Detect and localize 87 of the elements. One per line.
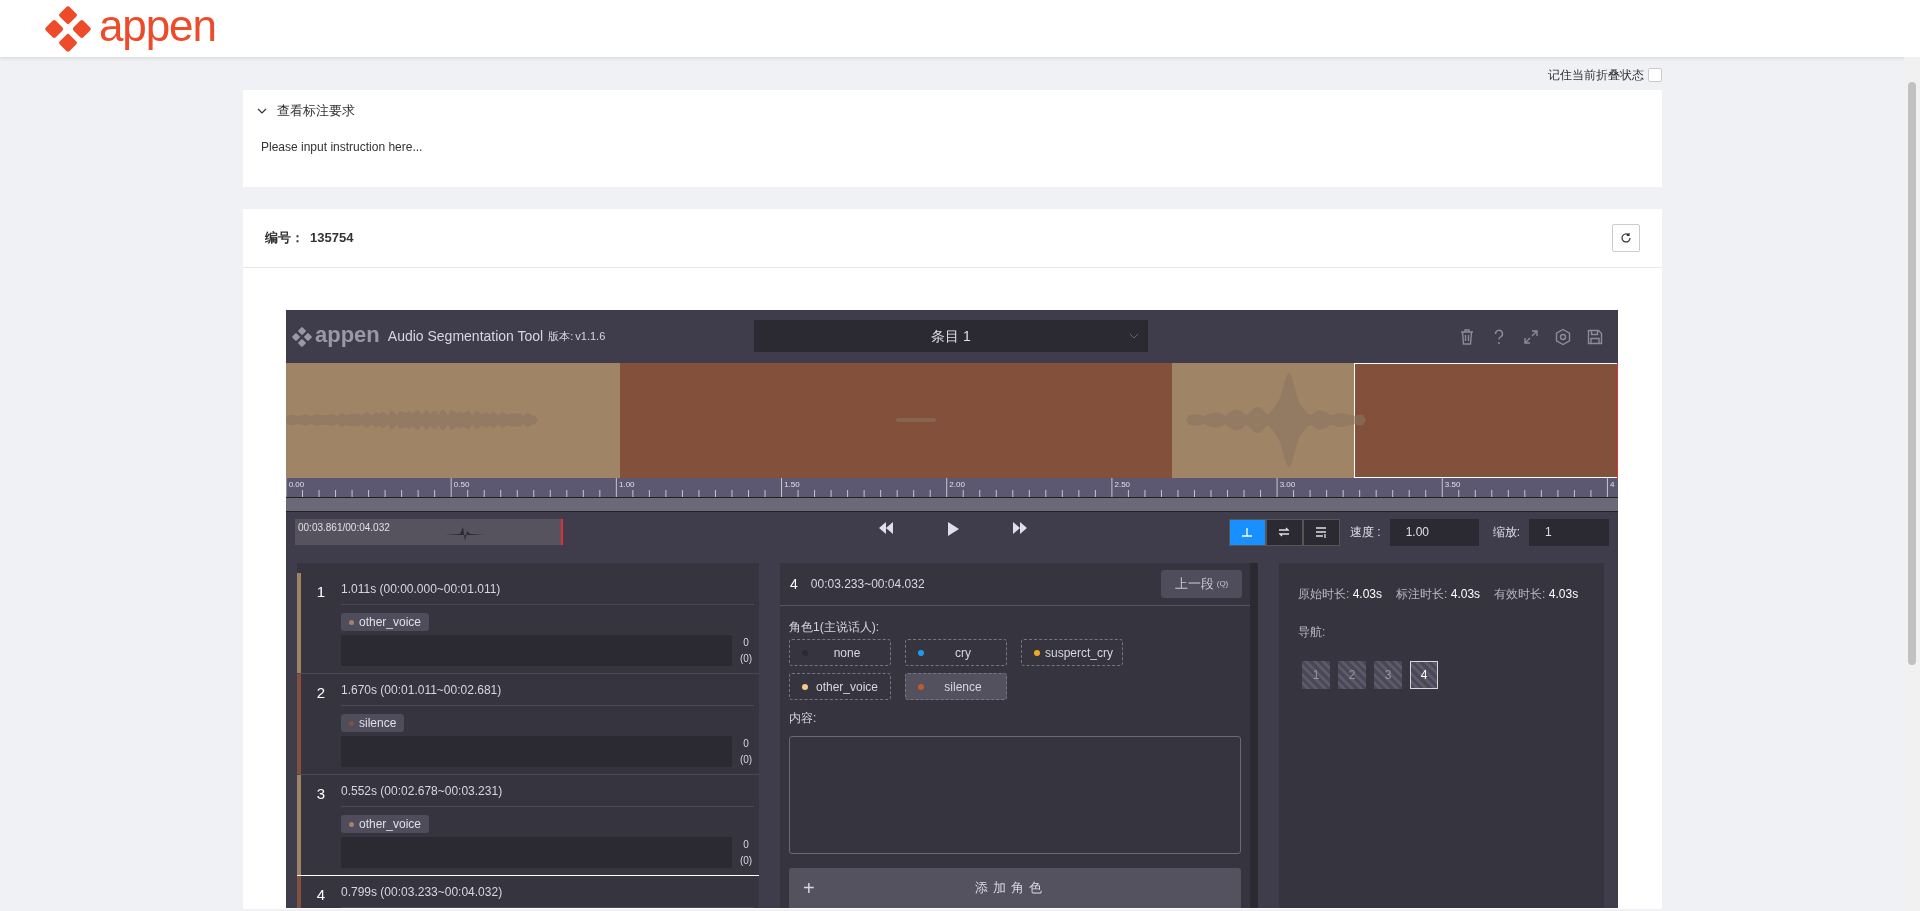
waveform-scrollbar[interactable] [286, 497, 1618, 512]
settings-icon[interactable] [1554, 327, 1572, 346]
editor-segment-range: 00:03.233~00:04.032 [810, 576, 925, 593]
segment-info: 0.552s (00:02.678~00:03.231) [341, 782, 503, 800]
trash-icon[interactable] [1458, 327, 1476, 346]
segment-tag: silence [341, 714, 405, 732]
instruction-title[interactable]: 查看标注要求 [277, 101, 355, 121]
play-mode-button[interactable] [1266, 518, 1303, 546]
editor-segment-number: 4 [790, 574, 798, 594]
expand-icon[interactable] [1522, 327, 1540, 346]
content-textarea[interactable] [789, 736, 1241, 854]
ruler-label: 0.50 [453, 481, 470, 489]
refresh-button[interactable] [1612, 224, 1640, 252]
tool-title: Audio Segmentation Tool [387, 327, 544, 346]
role-option[interactable]: susperct_cry [1021, 639, 1123, 666]
ruler-label: 4 [1610, 481, 1615, 489]
add-role-button[interactable]: + 添加角色 [789, 868, 1241, 908]
ruler-label: 0.00 [288, 481, 305, 489]
role-option[interactable]: other_voice [789, 673, 891, 700]
content-label: 内容: [789, 710, 818, 727]
playback-position: 00:03.861/00:04.032 [298, 521, 390, 535]
stat-value: 4.03s [1352, 587, 1383, 601]
play-mode-button[interactable] [1229, 518, 1266, 546]
remember-fold-label: 记住当前折叠状态 [1548, 66, 1644, 84]
caret-icon [1130, 334, 1138, 339]
rewind-icon[interactable] [878, 521, 894, 535]
play-icon[interactable] [946, 521, 960, 537]
task-id: 135754 [310, 229, 354, 248]
segment-number: 1 [316, 583, 326, 600]
segment-card[interactable]: 3 0.552s (00:02.678~00:03.231) other_voice 0 (0) [297, 775, 759, 876]
stat-label: 原始时长: [1298, 587, 1350, 601]
segment-info: 0.799s (00:03.233~00:04.032) [341, 883, 503, 901]
role-option[interactable]: cry [905, 639, 1007, 666]
version-text: v1.1.6 [575, 329, 606, 345]
save-icon[interactable] [1586, 327, 1604, 346]
char-count: 0 [743, 838, 749, 852]
logo-icon [45, 5, 91, 52]
segment-card[interactable]: 4 0.799s (00:03.233~00:04.032) [297, 876, 759, 908]
char-count: 0 [743, 636, 749, 650]
logo-text: appen [99, 3, 216, 52]
tool-logo-text: appen [315, 323, 380, 349]
segment-tag: other_voice [341, 815, 430, 833]
task-id-label: 编号： [265, 229, 304, 248]
speed-label: 速度 : [1350, 524, 1381, 541]
ruler-label: 3.50 [1444, 481, 1461, 489]
char-count-total: (0) [739, 652, 753, 666]
role-label: 角色1(主说话人): [789, 619, 880, 634]
ruler-label: 1.50 [784, 481, 800, 489]
segment-number: 4 [316, 886, 326, 903]
navigation-item[interactable]: 4 [1410, 661, 1438, 689]
fast-forward-icon[interactable] [1012, 521, 1028, 535]
instruction-text: Please input instruction here... [260, 139, 424, 156]
previous-segment-button[interactable]: 上一段 (Q) [1161, 570, 1242, 598]
stat-label: 有效时长: [1494, 587, 1546, 601]
overview-waveform[interactable]: 00:03.861/00:04.032 [295, 519, 563, 545]
zoom-field[interactable]: 1 [1529, 518, 1609, 546]
ruler-label: 2.50 [1114, 481, 1131, 489]
segment-number: 2 [316, 684, 326, 701]
char-count-total: (0) [739, 854, 753, 868]
role-option[interactable]: none [789, 639, 891, 666]
ruler-label: 1.00 [619, 481, 635, 489]
tool-logo-icon [292, 326, 312, 347]
stat-label: 标注时长: [1396, 587, 1448, 601]
segment-region[interactable] [1353, 363, 1618, 478]
segment-info: 1.011s (00:00.000~00:01.011) [341, 580, 501, 598]
navigation-label: 导航: [1298, 624, 1327, 641]
ruler-label: 3.00 [1279, 481, 1296, 489]
stat-value: 4.03s [1450, 587, 1481, 601]
item-select[interactable]: 条目 1 [754, 320, 1148, 352]
segment-info: 1.670s (00:01.011~00:02.681) [341, 681, 502, 699]
chevron-icon[interactable] [257, 106, 267, 116]
refresh-icon [1620, 232, 1632, 244]
segment-card[interactable]: 1 1.011s (00:00.000~00:01.011) other_voice 0 (0) [297, 573, 759, 674]
char-count-total: (0) [739, 753, 753, 767]
segment-number: 3 [316, 785, 326, 802]
ruler-label: 2.00 [949, 481, 965, 489]
stat-value: 4.03s [1548, 587, 1579, 601]
char-count: 0 [743, 737, 749, 751]
zoom-label: 缩放: [1492, 524, 1520, 541]
speed-field[interactable]: 1.00 [1389, 518, 1479, 546]
plus-icon: + [803, 878, 815, 898]
segment-tag: other_voice [341, 613, 430, 631]
version-label: 版本: [548, 329, 574, 345]
remember-fold-checkbox[interactable] [1648, 67, 1662, 82]
role-option[interactable]: silence [905, 673, 1007, 700]
play-mode-button[interactable] [1303, 518, 1340, 546]
segment-card[interactable]: 2 1.670s (00:01.011~00:02.681) silence 0 (0) [297, 674, 759, 775]
